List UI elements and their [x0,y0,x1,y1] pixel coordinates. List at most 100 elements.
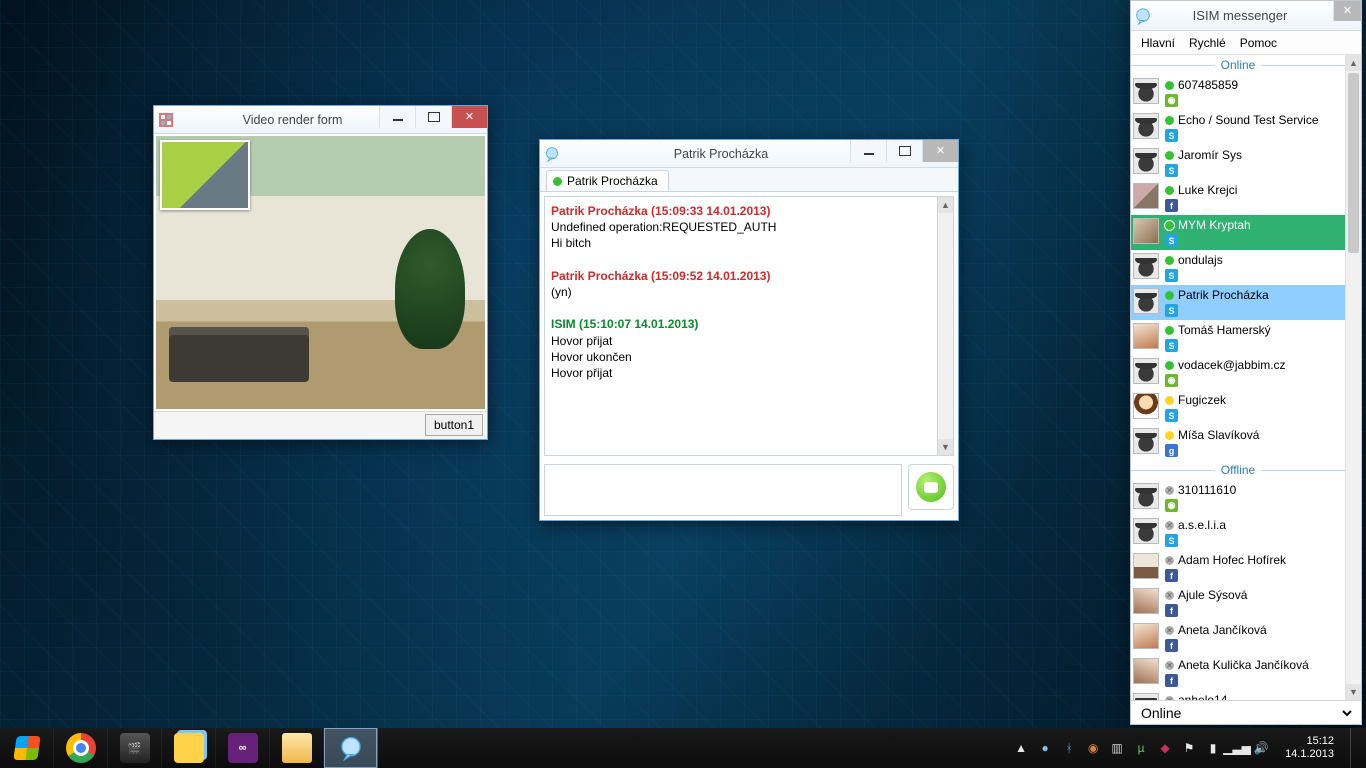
menu-pomoc[interactable]: Pomoc [1240,36,1277,50]
contact-item[interactable]: Luke Krejcif [1131,180,1345,215]
titlebar-video[interactable]: Video render form [154,106,487,134]
chrome-icon [66,733,96,763]
start-button[interactable] [0,728,54,768]
google-icon: g [1165,444,1178,457]
contact-item[interactable]: Echo / Sound Test ServiceS [1131,110,1345,145]
tray-action-center-icon[interactable]: ⚑ [1181,740,1197,756]
minimize-button[interactable] [379,106,415,128]
contact-item[interactable]: Jaromír SysS [1131,145,1345,180]
taskbar-clock[interactable]: 15:12 14.1.2013 [1277,735,1342,761]
video-main-feed [156,136,485,409]
tray-bluetooth-icon[interactable]: ᚼ [1061,740,1077,756]
tray-battery-icon[interactable]: ▮ [1205,740,1221,756]
scroll-up-icon[interactable]: ▲ [938,197,953,213]
menu-rychle[interactable]: Rychlé [1189,36,1226,50]
maximize-button[interactable] [886,140,922,162]
chat-tab-active[interactable]: Patrik Procházka [546,170,669,191]
scroll-up-icon[interactable]: ▲ [1346,55,1361,71]
msg-header: Patrik Procházka (15:09:52 14.01.2013) [551,268,931,284]
avatar [1133,393,1159,419]
status-select[interactable]: Online [1137,704,1355,722]
contact-name: Luke Krejci [1178,183,1237,197]
isim-menu: Hlavní Rychlé Pomoc [1131,31,1361,55]
titlebar-chat[interactable]: Patrik Procházka [540,140,958,168]
skype-icon: S [1165,304,1178,317]
window-isim-messenger[interactable]: ISIM messenger Hlavní Rychlé Pomoc Onlin… [1130,0,1362,725]
titlebar-isim[interactable]: ISIM messenger [1131,1,1361,31]
contact-item[interactable]: 310111610◉ [1131,480,1345,515]
contact-item-highlighted[interactable]: Patrik ProcházkaS [1131,285,1345,320]
contact-item[interactable]: Ajule Sýsováf [1131,585,1345,620]
facebook-icon: f [1165,569,1178,582]
contact-item-selected[interactable]: MYM KryptahS [1131,215,1345,250]
send-button[interactable] [908,464,954,510]
skype-icon: S [1165,164,1178,177]
contact-item[interactable]: Aneta Jančíkováf [1131,620,1345,655]
minimize-button[interactable] [850,140,886,162]
group-online[interactable]: Online [1131,55,1345,75]
button1[interactable]: button1 [425,414,483,436]
clapper-icon: 🎬 [120,733,150,763]
taskbar-app-explorer[interactable] [270,728,324,768]
window-video-render[interactable]: Video render form button1 [153,105,488,440]
avatar [1133,693,1159,700]
tray-network-icon[interactable]: ▁▃▅ [1229,740,1245,756]
contact-item[interactable]: Adam Hofec Hofírekf [1131,550,1345,585]
msg-line: Hovor přijat [551,365,931,381]
presence-icon [1165,151,1174,160]
chat-scrollbar[interactable]: ▲ ▼ [938,196,954,456]
avatar [1133,323,1159,349]
contact-item[interactable]: anhelo14S [1131,690,1345,700]
contact-item[interactable]: ondulajsS [1131,250,1345,285]
status-selector[interactable]: Online [1131,700,1361,724]
contact-name: anhelo14 [1178,693,1227,700]
scroll-down-icon[interactable]: ▼ [1346,684,1361,700]
tray-utorrent-icon[interactable]: µ [1133,740,1149,756]
system-tray: ▲ ● ᚼ ◉ ▥ µ ◆ ⚑ ▮ ▁▃▅ 🔊 15:12 14.1.2013 [1005,728,1366,768]
group-offline[interactable]: Offline [1131,460,1345,480]
contact-item[interactable]: Aneta Kulička Jančíkováf [1131,655,1345,690]
contact-item[interactable]: Míša Slavíkovág [1131,425,1345,460]
contact-item[interactable]: Tomáš HamerskýS [1131,320,1345,355]
close-button[interactable] [1333,1,1361,21]
close-button[interactable] [922,140,958,162]
contact-name: Aneta Jančíková [1178,623,1267,637]
tray-chevron-icon[interactable]: ▲ [1013,740,1029,756]
tray-av-icon[interactable]: ◆ [1157,740,1173,756]
msg-line: Hovor ukončen [551,349,931,365]
contact-name: Patrik Procházka [1178,288,1269,302]
scroll-down-icon[interactable]: ▼ [938,439,953,455]
avatar [1133,518,1159,544]
tray-volume-icon[interactable]: 🔊 [1253,740,1269,756]
scroll-thumb[interactable] [1348,73,1359,253]
jabber-icon: ◉ [1165,374,1178,387]
presence-icon [1165,291,1174,300]
chat-messages[interactable]: Patrik Procházka (15:09:33 14.01.2013) U… [544,196,938,456]
contact-scrollbar[interactable]: ▲ ▼ [1345,55,1361,700]
window-chat[interactable]: Patrik Procházka Patrik Procházka Patrik… [539,139,959,521]
menu-hlavni[interactable]: Hlavní [1141,36,1175,50]
taskbar-app-movie[interactable]: 🎬 [108,728,162,768]
presence-icon [1165,326,1174,335]
presence-icon [553,177,562,186]
tray-chat-icon[interactable]: ● [1037,740,1053,756]
taskbar-app-isim[interactable] [324,728,378,768]
taskbar-app-visualstudio[interactable]: ∞ [216,728,270,768]
contact-item[interactable]: vodacek@jabbim.cz◉ [1131,355,1345,390]
contact-item[interactable]: a.s.e.l.i.aS [1131,515,1345,550]
chat-input[interactable] [544,464,902,516]
close-button[interactable] [451,106,487,128]
contact-item[interactable]: FugiczekS [1131,390,1345,425]
taskbar-app-notes[interactable] [162,728,216,768]
contact-item[interactable]: 607485859◉ [1131,75,1345,110]
presence-offline-icon [1165,661,1174,670]
contact-name: Tomáš Hamerský [1178,323,1271,337]
app-icon [154,113,178,127]
presence-away-icon [1165,431,1174,440]
tray-sync-icon[interactable]: ◉ [1085,740,1101,756]
show-desktop-button[interactable] [1350,728,1358,768]
taskbar-app-chrome[interactable] [54,728,108,768]
contact-name: Adam Hofec Hofírek [1178,553,1286,567]
maximize-button[interactable] [415,106,451,128]
tray-shield-icon[interactable]: ▥ [1109,740,1125,756]
